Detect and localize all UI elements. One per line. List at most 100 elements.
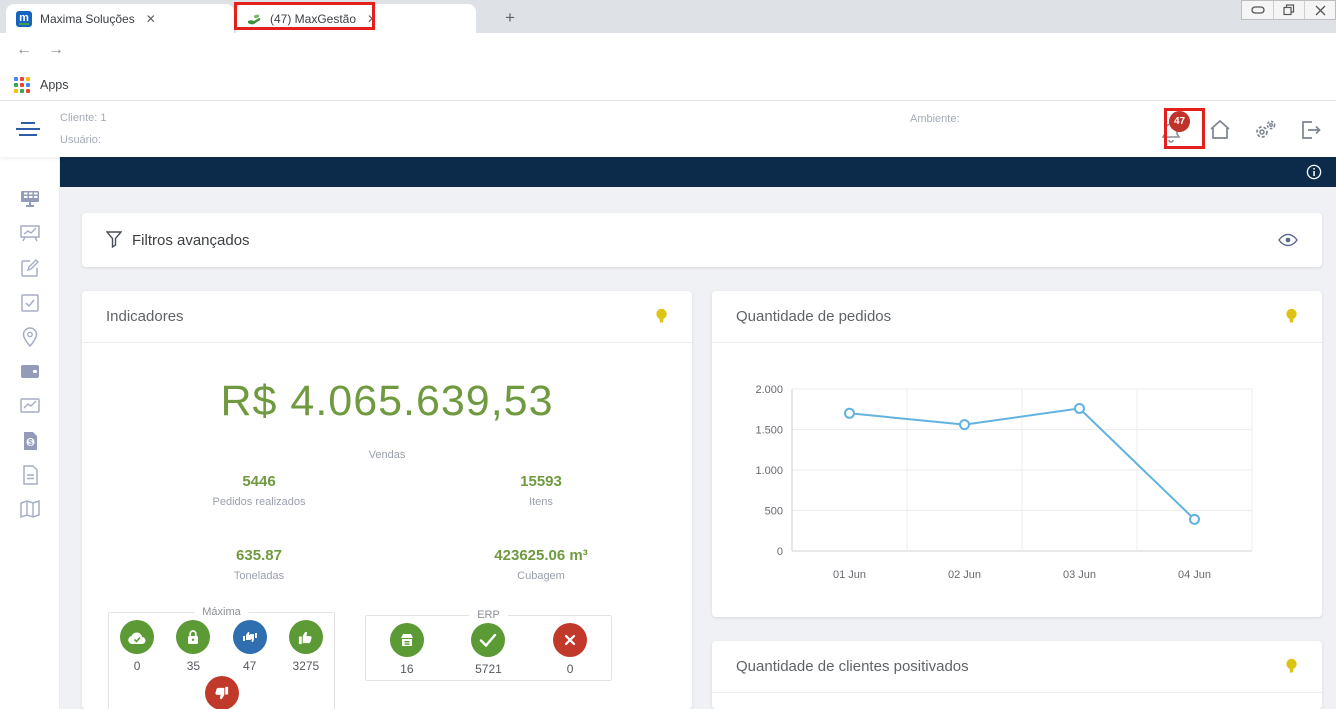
close-button[interactable] <box>1304 1 1335 19</box>
erp-store-stat: 16 <box>383 623 431 676</box>
thumb-up-icon <box>289 620 323 654</box>
stat-count: 0 <box>567 662 574 676</box>
thumbs-up-down-icon <box>233 620 267 654</box>
nav-presentation-icon[interactable] <box>19 222 41 244</box>
browser-tab-strip: m Maxima Soluções ✕ (47) MaxGestão ✕ + <box>0 0 1336 33</box>
maxima-lock-stat: 35 <box>169 620 217 673</box>
window-controls <box>1241 0 1336 20</box>
vendas-label: Vendas <box>82 449 692 461</box>
nav-document-icon[interactable] <box>19 464 41 486</box>
home-icon[interactable] <box>1208 118 1232 142</box>
ambiente-label: Ambiente: <box>910 113 960 125</box>
stat-count: 5721 <box>475 662 502 676</box>
apps-grid-icon[interactable] <box>14 77 30 93</box>
svg-text:0: 0 <box>777 546 783 558</box>
tab-close-icon[interactable]: ✕ <box>143 12 159 26</box>
stat-itens: 15593 Itens <box>431 473 651 508</box>
positivados-title: Quantidade de clientes positivados <box>736 658 1285 675</box>
svg-text:500: 500 <box>765 506 783 518</box>
svg-text:1.000: 1.000 <box>755 465 783 477</box>
indicadores-header: Indicadores <box>82 291 692 343</box>
maxima-cloud-stat: 0 <box>113 620 161 673</box>
tab-title: Maxima Soluções <box>40 12 135 26</box>
tab-maxgestao[interactable]: (47) MaxGestão ✕ <box>236 4 476 33</box>
maxima-status-group: Máxima 0 35 4 <box>108 606 335 709</box>
indicadores-card: Indicadores R$ 4.065.639,53 Vendas 5446 … <box>82 291 692 709</box>
stat-pedidos-realizados: 5446 Pedidos realizados <box>149 473 369 508</box>
lightbulb-icon[interactable] <box>1285 658 1298 676</box>
stat-label: Pedidos realizados <box>149 496 369 508</box>
stat-value: 5446 <box>149 473 369 490</box>
maxgestao-favicon <box>246 11 262 27</box>
thumb-down-icon <box>205 676 239 709</box>
notifications-button[interactable]: 47 <box>1160 115 1188 145</box>
notification-badge: 47 <box>1169 111 1190 132</box>
erp-status-group: ERP 16 5721 0 <box>365 609 612 681</box>
nav-checkbox-icon[interactable] <box>19 292 41 314</box>
svg-text:1.500: 1.500 <box>755 425 783 437</box>
stat-label: Toneladas <box>149 570 369 582</box>
erp-check-stat: 5721 <box>464 623 512 676</box>
advanced-filters-panel[interactable]: Filtros avançados <box>82 213 1322 267</box>
nav-chart-icon[interactable] <box>19 395 41 417</box>
svg-text:01 Jun: 01 Jun <box>833 569 866 581</box>
back-icon[interactable]: ← <box>16 41 32 59</box>
maxima-thumb-up-stat: 3275 <box>282 620 330 673</box>
filters-title: Filtros avançados <box>132 232 1278 249</box>
browser-toolbar: ← → maxgestao.solucoesmaxima.com.br/#/pa… <box>0 33 1336 69</box>
clientes-positivados-card: Quantidade de clientes positivados <box>712 641 1322 709</box>
cliente-label: Cliente: 1 <box>60 112 106 124</box>
maxima-thumb-down-stat <box>198 676 246 709</box>
lock-icon <box>176 620 210 654</box>
left-nav-sidebar: $ <box>0 157 60 709</box>
store-icon <box>390 623 424 657</box>
check-icon <box>471 623 505 657</box>
pedidos-line-chart: 05001.0001.5002.00001 Jun02 Jun03 Jun04 … <box>734 381 1304 591</box>
restore-button[interactable] <box>1273 1 1304 19</box>
nav-edit-icon[interactable] <box>19 257 41 279</box>
apps-bookmark[interactable]: Apps <box>40 78 69 92</box>
nav-panel-icon[interactable] <box>19 188 41 210</box>
stat-label: Itens <box>431 496 651 508</box>
svg-text:04 Jun: 04 Jun <box>1178 569 1211 581</box>
new-tab-button[interactable]: + <box>498 6 522 30</box>
tab-title: (47) MaxGestão <box>270 12 356 26</box>
nav-map-icon[interactable] <box>19 498 41 520</box>
forward-icon[interactable]: → <box>48 41 64 59</box>
stat-count: 35 <box>187 659 200 673</box>
tab-maxima-solucoes[interactable]: m Maxima Soluções ✕ <box>6 4 234 33</box>
x-icon <box>553 623 587 657</box>
erp-error-stat: 0 <box>546 623 594 676</box>
app-header <box>0 101 1336 157</box>
nav-map-pin-icon[interactable] <box>19 326 41 348</box>
quantidade-pedidos-card: Quantidade de pedidos 05001.0001.5002.00… <box>712 291 1322 617</box>
info-icon[interactable] <box>1306 164 1322 180</box>
erp-legend: ERP <box>469 609 508 621</box>
cloud-check-icon <box>120 620 154 654</box>
settings-gears-icon[interactable] <box>1252 118 1278 142</box>
stat-count: 0 <box>134 659 141 673</box>
maxima-thumbs-stat: 47 <box>226 620 274 673</box>
tab-close-icon[interactable]: ✕ <box>364 12 380 26</box>
svg-text:03 Jun: 03 Jun <box>1063 569 1096 581</box>
stat-cubagem: 423625.06 m³ Cubagem <box>431 547 651 582</box>
svg-text:$: $ <box>28 438 33 447</box>
stat-value: 635.87 <box>149 547 369 564</box>
nav-wallet-icon[interactable] <box>19 360 41 382</box>
minimize-button[interactable] <box>1242 1 1273 19</box>
stat-count: 16 <box>400 662 413 676</box>
maxima-legend: Máxima <box>194 606 249 618</box>
indicadores-title: Indicadores <box>106 308 655 325</box>
stat-toneladas: 635.87 Toneladas <box>149 547 369 582</box>
nav-invoice-icon[interactable]: $ <box>19 430 41 452</box>
lightbulb-icon[interactable] <box>1285 308 1298 326</box>
stat-value: 15593 <box>431 473 651 490</box>
maxima-favicon: m <box>16 11 32 27</box>
menu-toggle-icon[interactable] <box>16 122 40 140</box>
svg-text:02 Jun: 02 Jun <box>948 569 981 581</box>
vendas-total: R$ 4.065.639,53 <box>82 377 692 426</box>
positivados-header: Quantidade de clientes positivados <box>712 641 1322 693</box>
logout-icon[interactable] <box>1298 118 1322 142</box>
eye-icon[interactable] <box>1278 233 1298 247</box>
lightbulb-icon[interactable] <box>655 308 668 326</box>
